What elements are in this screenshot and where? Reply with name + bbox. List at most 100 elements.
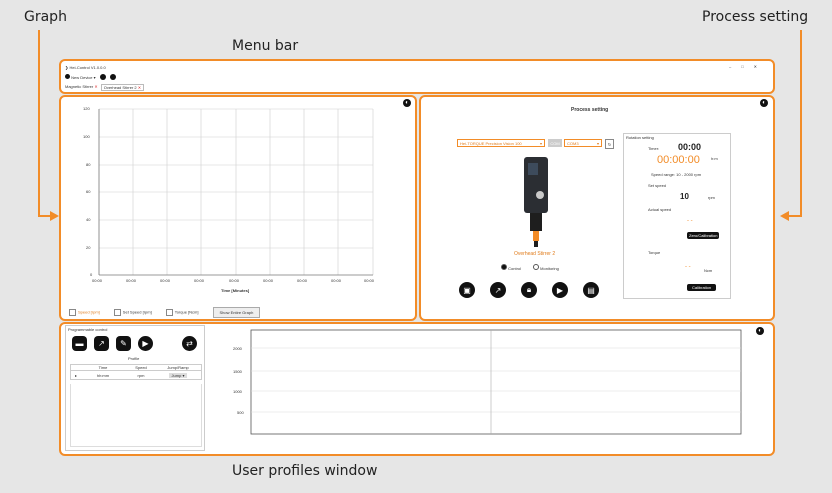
y-tick: 0 bbox=[90, 272, 93, 277]
y-tick: 20 bbox=[86, 245, 91, 250]
set-speed-label: Set speed bbox=[648, 183, 667, 188]
radio-monitoring[interactable]: Monitoring bbox=[533, 264, 559, 271]
window-controls[interactable]: –□✕ bbox=[729, 64, 767, 69]
calibration-button[interactable]: Calibration bbox=[687, 284, 717, 291]
tab-magnetic-stirrer[interactable]: Magnetic Stirrer ✕ bbox=[65, 84, 98, 91]
overhead-stirrer-image bbox=[524, 157, 548, 247]
radio-unselected-icon bbox=[533, 264, 540, 270]
minimize-icon[interactable]: – bbox=[729, 64, 741, 69]
show-entire-graph-button[interactable]: Show Entire Graph bbox=[212, 307, 261, 318]
x-tick: 00:00 bbox=[92, 278, 103, 283]
profile-y-tick: 2000 bbox=[233, 346, 242, 351]
radio-selected-icon bbox=[501, 264, 507, 270]
profile-y-tick: 500 bbox=[237, 410, 244, 415]
graph-arrow-vertical bbox=[38, 30, 40, 216]
help-icon[interactable] bbox=[109, 74, 116, 80]
chevron-down-icon: ▾ bbox=[596, 140, 599, 146]
loop-icon[interactable]: ⇄ bbox=[182, 336, 197, 351]
user-profiles-panel: ◐ Programmable control ▬ ↗ ✎ ▶ ⇄ Profile… bbox=[59, 322, 775, 456]
menu-bar: ❯ Hei-Control V1.0.0.0 –□✕ New Device ▾ … bbox=[59, 59, 775, 94]
port-label: COM bbox=[548, 139, 562, 147]
rotation-setting-label: Rotation setting bbox=[626, 135, 654, 140]
profile-y-tick: 1000 bbox=[233, 389, 242, 394]
report-icon[interactable]: ▤ bbox=[583, 282, 599, 298]
process-setting-panel: ◐ Process setting Hei-TORQUE Precision V… bbox=[419, 95, 775, 321]
x-axis-label: Time [Minutes] bbox=[221, 288, 250, 293]
lock-icon[interactable]: 🔒︎ bbox=[521, 282, 537, 298]
export-icon[interactable]: ↗ bbox=[490, 282, 506, 298]
timer-running-value: 00:00:00 bbox=[657, 154, 700, 166]
info-icon[interactable] bbox=[99, 74, 106, 80]
timer-unit: h:m bbox=[711, 156, 718, 161]
y-tick: 60 bbox=[86, 189, 91, 194]
tab-overhead-stirrer[interactable]: Overhead Stirrer 2 ✕ bbox=[100, 84, 145, 91]
y-tick: 100 bbox=[83, 134, 90, 139]
close-icon[interactable]: ✕ bbox=[754, 64, 767, 69]
device-select[interactable]: Hei-TORQUE Precision Vision 100 ▾ bbox=[457, 139, 545, 147]
y-tick: 80 bbox=[86, 162, 91, 167]
torque-unit: Ncm bbox=[704, 268, 713, 273]
play-icon[interactable]: ▶ bbox=[552, 282, 568, 298]
torque-value: - - bbox=[685, 264, 691, 270]
process-title: Process setting bbox=[571, 107, 609, 113]
delete-icon[interactable]: ▬ bbox=[72, 336, 87, 351]
programmable-control-title: Programmable control bbox=[68, 327, 108, 332]
app-title: Hei-Control V1.0.0.0 bbox=[69, 65, 106, 70]
x-tick: 00:00 bbox=[364, 278, 375, 283]
tab-close-icon[interactable]: ✕ bbox=[94, 84, 97, 89]
export-icon[interactable]: ↗ bbox=[94, 336, 109, 351]
actual-speed-label: Actual speed bbox=[648, 207, 672, 212]
refresh-icon: ↻ bbox=[607, 141, 612, 147]
rotation-setting-box: Rotation setting Timer: 00:00 00:00:00 h… bbox=[623, 133, 731, 299]
radio-control[interactable]: Control bbox=[501, 264, 521, 271]
check-icon bbox=[113, 309, 121, 316]
profile-table-title: Profile bbox=[128, 356, 140, 361]
speed-range-text: Speed range: 10 - 2000 rpm bbox=[651, 172, 702, 177]
set-speed-input[interactable]: 10 bbox=[680, 192, 689, 201]
save-icon[interactable]: ▣ bbox=[459, 282, 475, 298]
x-tick: 00:00 bbox=[263, 278, 274, 283]
callout-process-setting: Process setting bbox=[702, 9, 809, 25]
edit-icon[interactable]: ✎ bbox=[116, 336, 131, 351]
play-icon[interactable]: ▶ bbox=[138, 336, 153, 351]
check-icon bbox=[165, 309, 173, 316]
chevron-down-icon: ▾ bbox=[539, 140, 542, 146]
jump-ramp-select[interactable]: Jump ▾ bbox=[168, 372, 188, 378]
callout-menu-bar: Menu bar bbox=[232, 38, 299, 54]
x-tick: 00:00 bbox=[160, 278, 171, 283]
settings-icon[interactable]: ◐ bbox=[756, 327, 764, 335]
callout-graph: Graph bbox=[24, 9, 67, 25]
new-device-button[interactable]: New Device ▾ bbox=[65, 74, 96, 80]
zero-calibration-button[interactable]: Zero/Calibration bbox=[687, 232, 720, 239]
table-row[interactable]: ▸ hh:mm rpm Jump ▾ bbox=[71, 371, 201, 379]
device-name: Overhead Stirrer 2 bbox=[514, 251, 556, 257]
timer-label: Timer: bbox=[648, 146, 660, 151]
set-speed-unit: rpm bbox=[708, 195, 715, 200]
torque-label: Torque bbox=[648, 250, 661, 255]
x-tick: 00:00 bbox=[297, 278, 308, 283]
y-tick: 120 bbox=[83, 106, 90, 111]
port-select[interactable]: COM3 ▾ bbox=[564, 139, 602, 147]
profile-y-tick: 1500 bbox=[233, 369, 242, 374]
x-tick: 00:00 bbox=[331, 278, 342, 283]
graph-panel: ◐ 120 100 80 60 40 20 0 00:00 00:00 00:0… bbox=[59, 95, 417, 321]
profile-table: Time Speed Jump/Ramp ▸ hh:mm rpm Jump ▾ bbox=[70, 364, 202, 380]
timer-set-value[interactable]: 00:00 bbox=[678, 142, 701, 152]
legend-torque-checkbox[interactable]: Torque [Ncm] bbox=[165, 309, 199, 316]
x-tick: 00:00 bbox=[194, 278, 205, 283]
tab-close-icon[interactable]: ✕ bbox=[138, 85, 141, 90]
legend-speed-checkbox[interactable]: Speed [rpm] bbox=[69, 309, 100, 316]
process-arrow-vertical bbox=[800, 30, 802, 216]
app-logo-icon: ❯ bbox=[65, 65, 69, 70]
x-tick: 00:00 bbox=[126, 278, 137, 283]
legend-set-speed-checkbox[interactable]: Set Speed [rpm] bbox=[113, 309, 152, 316]
x-tick: 00:00 bbox=[229, 278, 240, 283]
row-pointer-icon: ▸ bbox=[74, 372, 77, 378]
refresh-button[interactable]: ↻ bbox=[605, 139, 614, 149]
callout-user-profiles: User profiles window bbox=[232, 463, 378, 479]
maximize-icon[interactable]: □ bbox=[741, 64, 753, 69]
process-arrowhead-icon bbox=[780, 211, 789, 221]
settings-icon[interactable]: ◐ bbox=[760, 99, 768, 107]
profile-chart bbox=[250, 329, 742, 435]
plus-icon bbox=[65, 74, 70, 79]
